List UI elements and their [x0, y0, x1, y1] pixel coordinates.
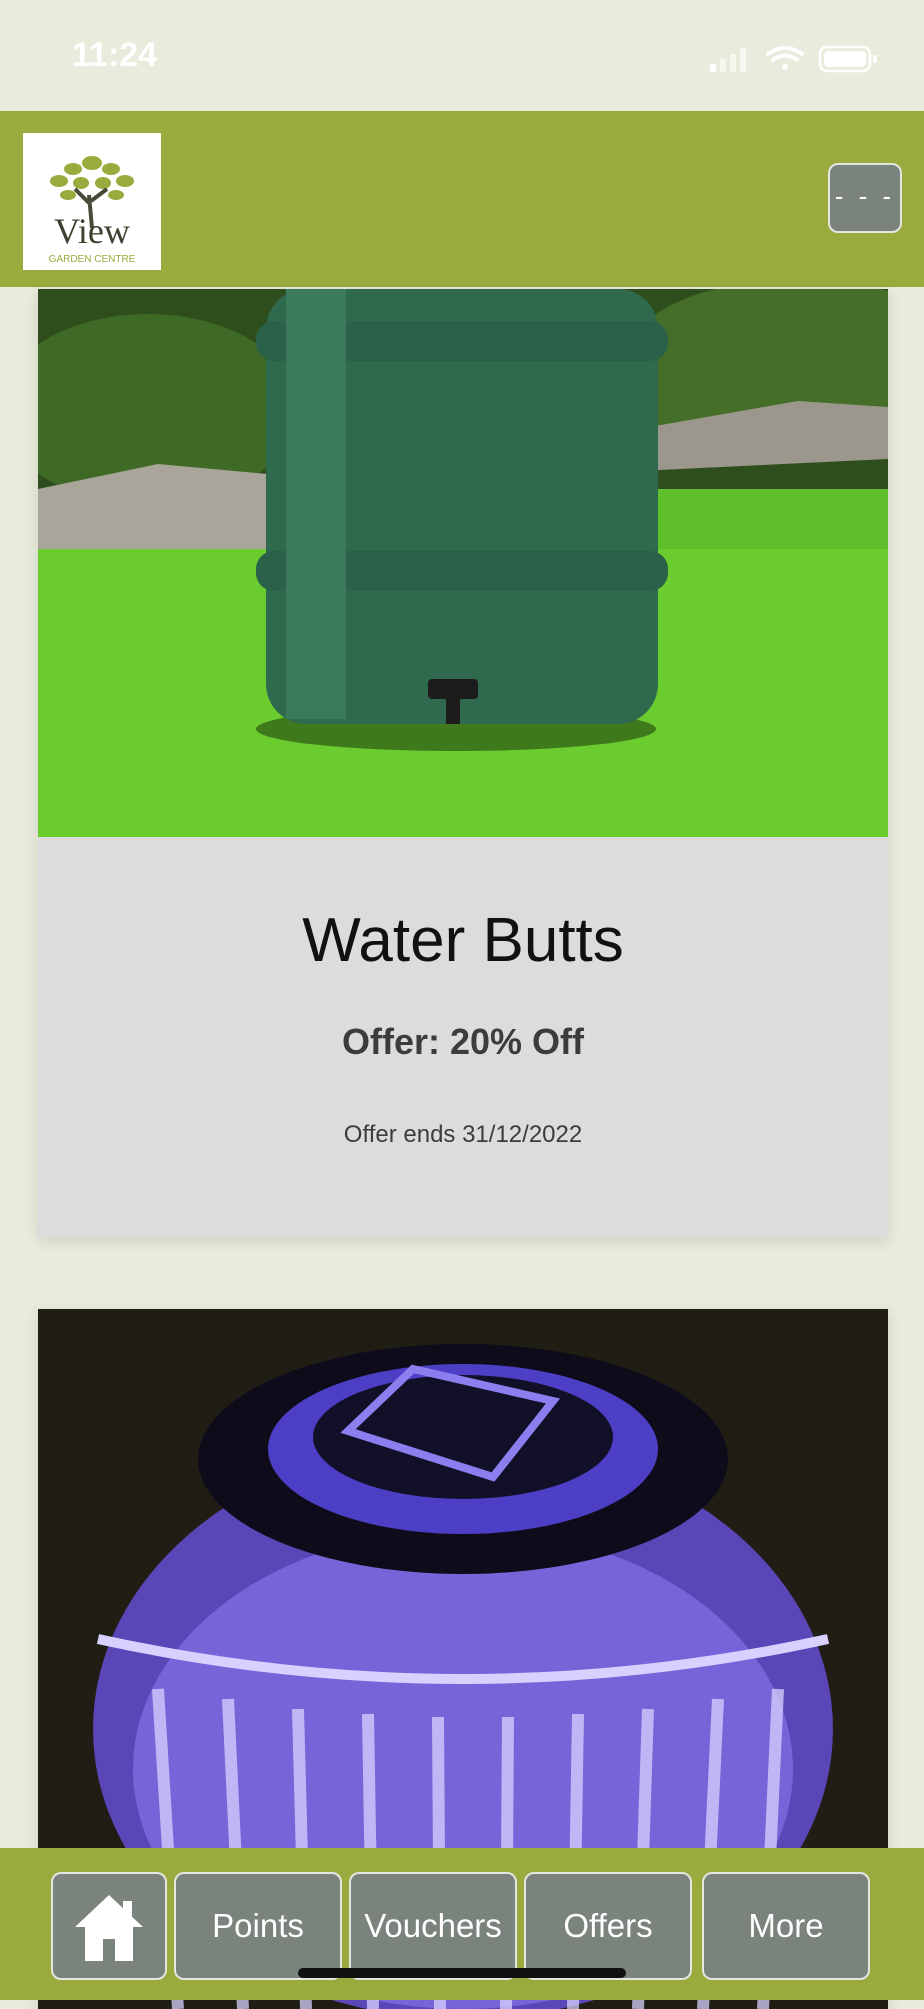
home-indicator [298, 1968, 626, 1978]
home-icon [75, 1895, 143, 1961]
battery-icon [818, 45, 877, 73]
water-butt-image [38, 289, 888, 837]
offers-button[interactable]: Offers [524, 1872, 692, 1980]
vouchers-button[interactable]: Vouchers [349, 1872, 517, 1980]
more-button[interactable]: More [702, 1872, 870, 1980]
app-header: View GARDEN CENTRE - - - [0, 111, 924, 287]
offer-card[interactable]: Water Butts Offer: 20% Off Offer ends 31… [38, 289, 888, 1237]
points-button[interactable]: Points [174, 1872, 342, 1980]
menu-button[interactable]: - - - [828, 163, 902, 233]
logo-subtext: GARDEN CENTRE [49, 254, 136, 265]
status-icons [710, 45, 877, 73]
offer-title: Water Butts [302, 906, 624, 975]
logo-text: View [54, 211, 130, 251]
view-garden-centre-logo[interactable]: View GARDEN CENTRE [23, 133, 161, 270]
signal-icon [710, 48, 746, 72]
status-time: 11:24 [72, 36, 158, 74]
status-bar: 11:24 [0, 0, 924, 111]
wifi-icon [766, 46, 804, 70]
home-button[interactable] [51, 1872, 167, 1980]
offer-end-date: Offer ends 31/12/2022 [343, 1121, 583, 1148]
offer-discount: Offer: 20% Off [341, 1021, 585, 1062]
